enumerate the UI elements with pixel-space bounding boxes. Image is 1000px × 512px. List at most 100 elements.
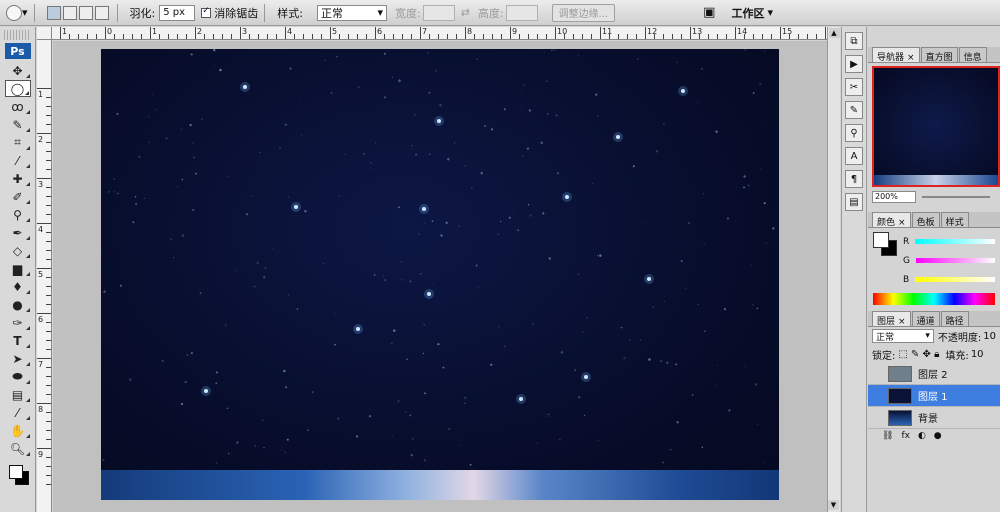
close-icon[interactable]: × — [898, 317, 906, 327]
quick-selection-tool-icon[interactable]: ✎ — [5, 116, 31, 133]
intersect-selection-button[interactable] — [94, 5, 109, 20]
fx-icon[interactable]: fx — [901, 431, 910, 441]
ruler-origin[interactable] — [37, 27, 52, 40]
ruler-horizontal[interactable]: 1012345678910111213141516 — [52, 27, 837, 40]
tab-color[interactable]: 颜色 × — [872, 212, 911, 228]
red-slider[interactable]: R — [903, 232, 995, 251]
ruler-tick — [46, 475, 51, 476]
tab-paths[interactable]: 路径 — [940, 311, 969, 327]
new-selection-button[interactable] — [46, 5, 61, 20]
refine-edge-button[interactable]: 调整边缘... — [551, 3, 616, 22]
layer-row-selected[interactable]: 图层 1 — [868, 385, 1000, 407]
actions-panel-icon[interactable]: ▶ — [845, 55, 863, 73]
ruler-tick — [555, 27, 556, 39]
type-tool-icon[interactable]: T — [5, 332, 31, 349]
ruler-tick — [600, 27, 601, 39]
tool-preset-picker[interactable]: ▾ — [6, 3, 28, 23]
document-canvas[interactable] — [101, 49, 779, 500]
opacity-value[interactable]: 10 — [983, 331, 996, 342]
scroll-down-arrow-icon[interactable]: ▼ — [828, 500, 839, 510]
height-input[interactable] — [505, 4, 538, 21]
notes-tool-icon[interactable]: ▤ — [5, 386, 31, 403]
layer-row[interactable]: 背景 — [868, 407, 1000, 429]
gradient-tool-icon[interactable]: ▆ — [5, 260, 31, 277]
elliptical-marquee-tool-icon[interactable]: ◯ — [4, 80, 31, 97]
hand-tool-icon[interactable]: ✋ — [5, 422, 31, 439]
tab-swatches[interactable]: 色板 — [911, 212, 940, 228]
ruler-tick — [37, 358, 51, 359]
antialias-checkbox[interactable] — [201, 6, 212, 18]
clone-stamp-tool-icon[interactable]: ⚲ — [5, 206, 31, 223]
color-spectrum[interactable] — [873, 293, 995, 305]
panel-dock: ⧉ ▶ ✂ ✎ ⚲ A ¶ ▤ — [841, 27, 867, 512]
screen-mode-icon[interactable]: ▣ — [703, 5, 715, 20]
foreground-color-swatch[interactable] — [8, 465, 23, 479]
ruler-tick — [37, 403, 51, 404]
blur-tool-icon[interactable]: ♦ — [5, 278, 31, 295]
layer-row[interactable]: 图层 2 — [868, 363, 1000, 385]
eraser-tool-icon[interactable]: ◇ — [5, 242, 31, 259]
path-selection-tool-icon[interactable]: ➤ — [5, 350, 31, 367]
color-swatches[interactable] — [3, 461, 33, 487]
character-panel-icon[interactable]: A — [845, 147, 863, 165]
notes-panel-icon[interactable]: ▤ — [845, 193, 863, 211]
green-slider[interactable]: G — [903, 251, 995, 270]
clone-source-icon[interactable]: ⚲ — [845, 124, 863, 142]
zoom-slider[interactable] — [922, 196, 990, 198]
ruler-tick — [474, 34, 475, 39]
healing-brush-tool-icon[interactable]: ✚ — [5, 170, 31, 187]
style-select[interactable]: 正常 ▾ — [316, 4, 387, 21]
history-brush-tool-icon[interactable]: ✒ — [5, 224, 31, 241]
feather-input[interactable]: 5 px — [159, 4, 196, 21]
width-input[interactable] — [422, 4, 455, 21]
color-panel-swatches[interactable] — [873, 232, 899, 258]
ruler-tick — [46, 376, 51, 377]
scroll-up-arrow-icon[interactable]: ▲ — [828, 28, 840, 38]
zoom-input[interactable]: 200% — [872, 191, 916, 203]
brush-tool-icon[interactable]: ✐ — [5, 188, 31, 205]
blue-slider[interactable]: B — [903, 270, 995, 289]
add-to-selection-button[interactable] — [62, 5, 77, 20]
move-tool-icon[interactable]: ✥ — [5, 62, 31, 79]
zoom-tool-icon[interactable]: 🔍︎ — [5, 440, 31, 457]
mask-icon[interactable]: ◐ — [918, 431, 926, 441]
ellipse-shape-tool-icon[interactable]: ⬬ — [5, 368, 31, 385]
ruler-tick — [46, 277, 51, 278]
blend-mode-select[interactable]: 正常 ▾ — [872, 329, 934, 343]
navigator-preview[interactable] — [872, 66, 1000, 187]
dodge-tool-icon[interactable]: ● — [5, 296, 31, 313]
tool-presets-icon[interactable]: ✂ — [845, 78, 863, 96]
lasso-tool-icon[interactable]: ꝏ — [5, 98, 31, 115]
ruler-tick — [213, 34, 214, 39]
ruler-vertical[interactable]: 1 2 3 4 5 6 7 8 9 — [37, 40, 52, 512]
lock-options: 锁定: ⬚ ✎ ✥ 🔒︎ 填充: 10 — [868, 345, 1000, 363]
subtract-from-selection-button[interactable] — [78, 5, 93, 20]
tab-info[interactable]: 信息 — [958, 47, 987, 63]
close-icon[interactable]: × — [907, 53, 915, 63]
workspace-menu[interactable]: 工作区 ▾ — [731, 5, 773, 21]
lock-icons[interactable]: ⬚ ✎ ✥ 🔒︎ — [898, 349, 939, 360]
ruler-tick — [825, 27, 826, 39]
swap-icon[interactable]: ⇄ — [461, 6, 470, 19]
adjustment-icon[interactable]: ● — [934, 431, 942, 441]
eyedropper-sample-tool-icon[interactable]: ⁄ — [5, 404, 31, 421]
paragraph-panel-icon[interactable]: ¶ — [845, 170, 863, 188]
toolbox-grip[interactable] — [4, 30, 31, 40]
ruler-tick — [46, 349, 51, 350]
fill-value[interactable]: 10 — [971, 349, 984, 360]
history-panel-icon[interactable]: ⧉ — [845, 32, 863, 50]
ruler-tick — [564, 34, 565, 39]
eyedropper-tool-icon[interactable]: ⁄ — [5, 152, 31, 169]
vertical-scrollbar[interactable]: ▲ ▼ — [827, 27, 840, 512]
close-icon[interactable]: × — [898, 218, 906, 228]
tab-histogram[interactable]: 直方图 — [920, 47, 958, 63]
crop-tool-icon[interactable]: ⌗ — [5, 134, 31, 151]
tab-navigator[interactable]: 导航器 × — [872, 47, 920, 63]
brushes-panel-icon[interactable]: ✎ — [845, 101, 863, 119]
link-icon[interactable]: ⛓ — [882, 431, 893, 441]
ruler-tick — [46, 214, 51, 215]
pen-tool-icon[interactable]: ✑ — [5, 314, 31, 331]
tab-channels[interactable]: 通道 — [911, 311, 940, 327]
tab-layers[interactable]: 图层 × — [872, 311, 911, 327]
tab-styles[interactable]: 样式 — [940, 212, 969, 228]
